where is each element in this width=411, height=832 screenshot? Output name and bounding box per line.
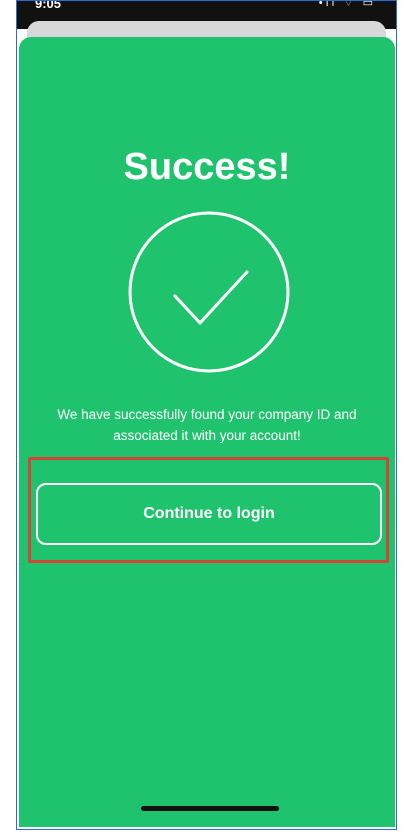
status-time: 9:05 xyxy=(35,1,62,11)
checkmark-circle-icon xyxy=(128,211,290,373)
status-icons: •ıl ⌔ ▭ xyxy=(318,1,376,9)
success-message: We have successfully found your company … xyxy=(57,407,357,443)
continue-to-login-button[interactable]: Continue to login xyxy=(36,483,382,545)
success-modal: Success! We have successfully found your… xyxy=(19,37,395,827)
phone-screen: 9:05 •ıl ⌔ ▭ Success! We have successful… xyxy=(16,0,397,830)
home-indicator xyxy=(141,806,279,811)
success-title: Success! xyxy=(123,146,291,188)
